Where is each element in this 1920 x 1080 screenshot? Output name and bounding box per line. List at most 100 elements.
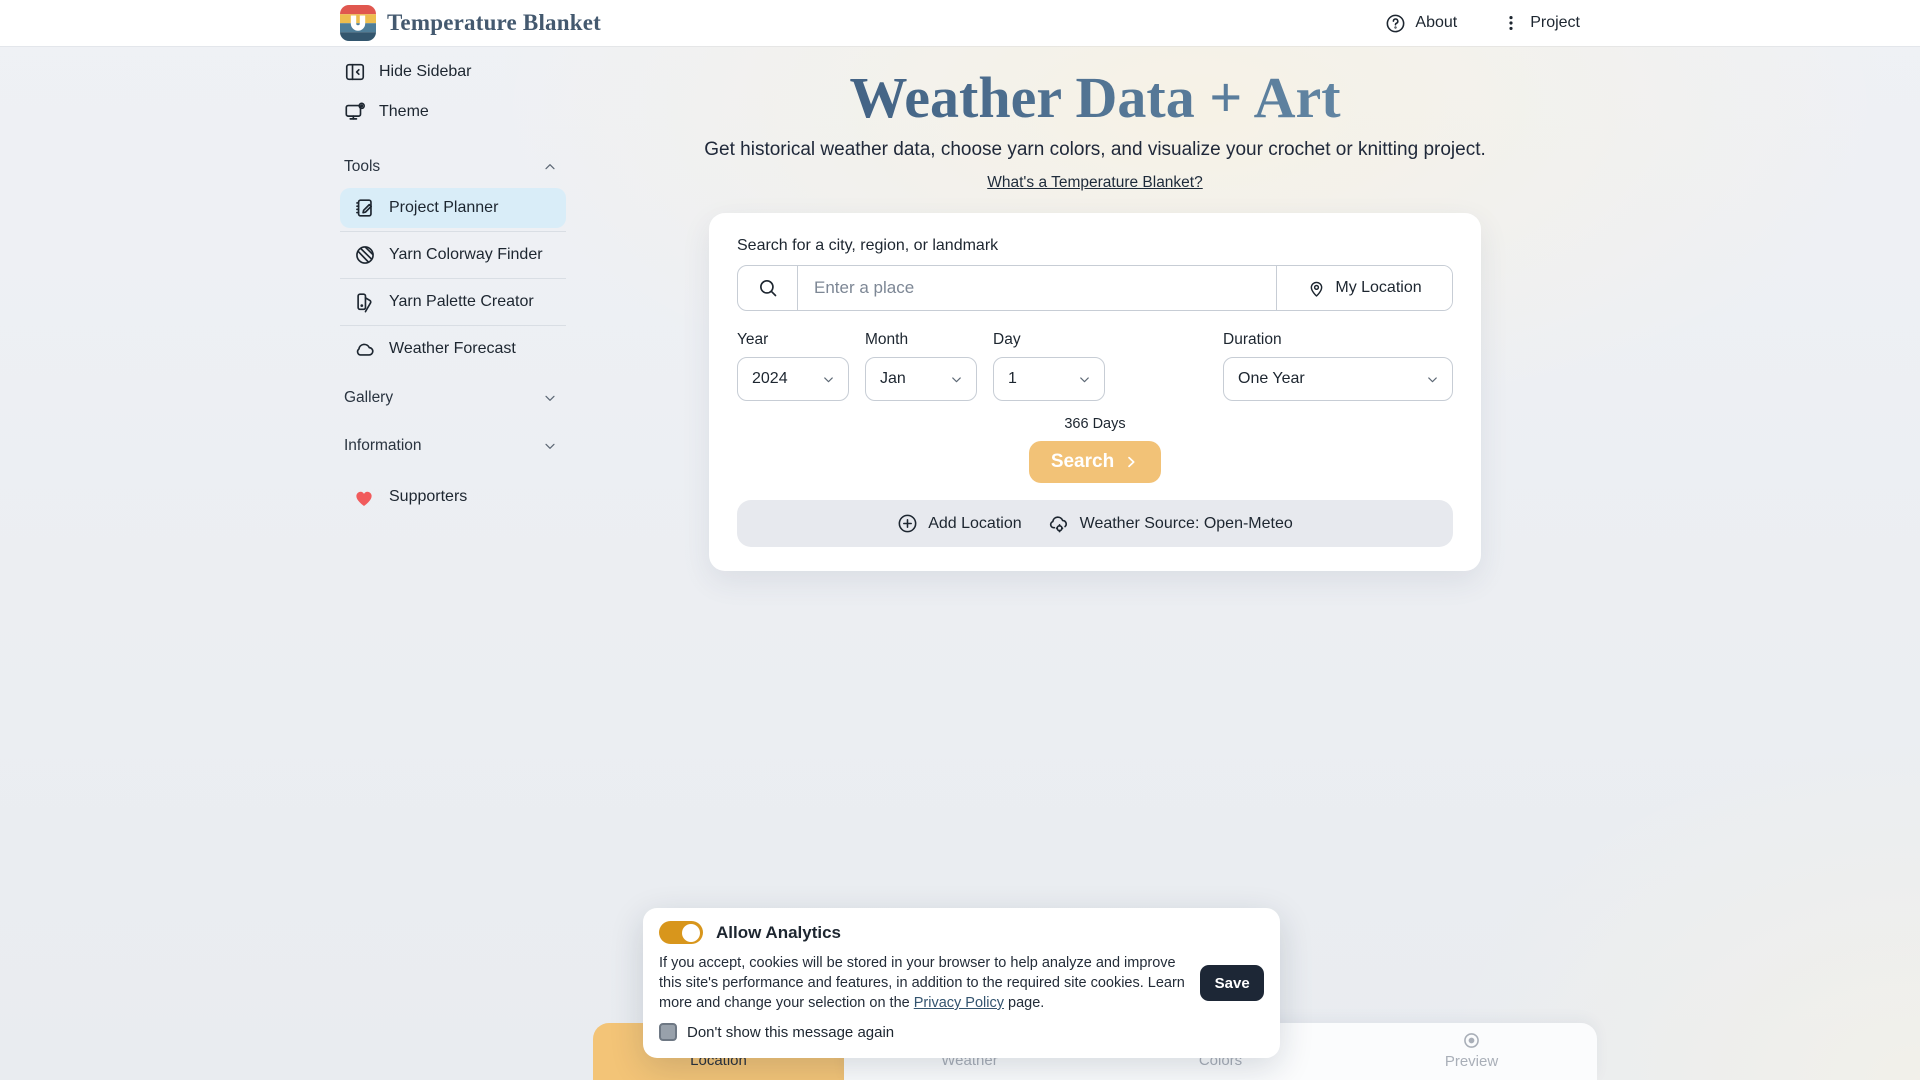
- cloud-icon: [354, 338, 376, 360]
- duration-label: Duration: [1223, 331, 1453, 349]
- sidebar-item-project-planner[interactable]: Project Planner: [340, 188, 566, 228]
- day-select[interactable]: 1: [993, 357, 1105, 401]
- day-field: Day 1: [993, 331, 1105, 401]
- sidebar-item-yarn-palette-creator[interactable]: Yarn Palette Creator: [340, 282, 566, 322]
- chevron-down-icon: [1425, 372, 1440, 387]
- panel-left-icon: [344, 61, 366, 83]
- year-field: Year 2024: [737, 331, 849, 401]
- day-value: 1: [1008, 370, 1017, 388]
- my-location-label: My Location: [1335, 279, 1421, 297]
- allow-analytics-label: Allow Analytics: [716, 923, 841, 943]
- chevron-down-icon: [542, 390, 558, 406]
- year-label: Year: [737, 331, 849, 349]
- weather-source-button[interactable]: Weather Source: Open-Meteo: [1048, 513, 1293, 535]
- gallery-label: Gallery: [344, 389, 393, 407]
- chevron-down-icon: [949, 372, 964, 387]
- section-information[interactable]: Information: [340, 427, 566, 465]
- main-content: Weather Data + Art Get historical weathe…: [590, 46, 1600, 571]
- cloud-gear-icon: [1048, 513, 1070, 535]
- duration-field: Duration One Year: [1223, 331, 1453, 401]
- about-label: About: [1415, 14, 1457, 32]
- month-field: Month Jan: [865, 331, 977, 401]
- search-button[interactable]: Search: [1029, 441, 1161, 483]
- divider: [340, 325, 566, 326]
- days-count: 366 Days: [737, 416, 1453, 432]
- cookie-message-after: page.: [1004, 995, 1044, 1011]
- theme-button[interactable]: Theme: [340, 92, 566, 132]
- theme-icon: [344, 101, 366, 123]
- duration-select[interactable]: One Year: [1223, 357, 1453, 401]
- sidebar-item-label: Weather Forecast: [389, 340, 516, 358]
- month-label: Month: [865, 331, 977, 349]
- search-card: Search for a city, region, or landmark: [709, 213, 1481, 571]
- search-button-label: Search: [1051, 451, 1114, 473]
- divider: [340, 278, 566, 279]
- year-value: 2024: [752, 370, 788, 388]
- kebab-menu-icon: [1501, 13, 1521, 33]
- blanket-logo-icon: [340, 5, 376, 41]
- project-label: Project: [1530, 14, 1580, 32]
- tools-list: Project Planner Yarn Colorway Finder: [340, 188, 566, 369]
- chevron-up-icon: [542, 159, 558, 175]
- dont-show-label: Don't show this message again: [687, 1024, 894, 1041]
- sidebar-item-supporters[interactable]: Supporters: [340, 475, 566, 519]
- dont-show-checkbox[interactable]: [659, 1023, 677, 1041]
- sidebar-item-label: Yarn Colorway Finder: [389, 246, 543, 264]
- tab-preview[interactable]: Preview: [1346, 1023, 1597, 1080]
- project-menu-button[interactable]: Project: [1501, 13, 1580, 33]
- supporters-label: Supporters: [389, 488, 467, 506]
- save-button[interactable]: Save: [1200, 965, 1264, 1001]
- yarn-ball-icon: [354, 244, 376, 266]
- divider: [340, 231, 566, 232]
- page-title: Weather Data + Art: [590, 64, 1600, 131]
- search-icon: [757, 277, 779, 299]
- weather-source-label: Weather Source: Open-Meteo: [1080, 515, 1293, 533]
- month-value: Jan: [880, 370, 906, 388]
- location-pin-icon: [1307, 279, 1326, 298]
- header: Temperature Blanket About: [0, 0, 1920, 46]
- date-fields: Year 2024 Month Jan Day: [737, 331, 1453, 401]
- notebook-pencil-icon: [354, 197, 376, 219]
- eye-icon: [1461, 1030, 1482, 1051]
- hide-sidebar-label: Hide Sidebar: [379, 63, 472, 81]
- privacy-policy-link[interactable]: Privacy Policy: [914, 995, 1004, 1011]
- section-gallery[interactable]: Gallery: [340, 379, 566, 417]
- chevron-right-icon: [1123, 454, 1139, 470]
- about-button[interactable]: About: [1385, 13, 1457, 34]
- whats-a-temperature-blanket-link[interactable]: What's a Temperature Blanket?: [987, 174, 1202, 192]
- chevron-down-icon: [542, 438, 558, 454]
- add-location-label: Add Location: [928, 515, 1021, 533]
- information-label: Information: [344, 437, 422, 455]
- tools-label: Tools: [344, 158, 380, 176]
- search-icon-button[interactable]: [738, 266, 798, 310]
- search-card-label: Search for a city, region, or landmark: [737, 237, 1453, 255]
- month-select[interactable]: Jan: [865, 357, 977, 401]
- sidebar-item-weather-forecast[interactable]: Weather Forecast: [340, 329, 566, 369]
- search-input[interactable]: [798, 266, 1276, 310]
- sidebar: Hide Sidebar Theme Tools: [340, 52, 566, 519]
- heart-icon: [352, 485, 376, 509]
- sidebar-item-label: Project Planner: [389, 199, 498, 217]
- hide-sidebar-button[interactable]: Hide Sidebar: [340, 52, 566, 92]
- tab-preview-label: Preview: [1445, 1053, 1498, 1070]
- my-location-button[interactable]: My Location: [1276, 266, 1452, 310]
- chevron-down-icon: [1077, 372, 1092, 387]
- section-tools[interactable]: Tools: [340, 148, 566, 186]
- add-location-button[interactable]: Add Location: [897, 513, 1021, 534]
- plus-circle-icon: [897, 513, 918, 534]
- year-select[interactable]: 2024: [737, 357, 849, 401]
- page-subtitle: Get historical weather data, choose yarn…: [590, 139, 1600, 161]
- swatches-icon: [354, 291, 376, 313]
- cookie-message: If you accept, cookies will be stored in…: [659, 953, 1186, 1013]
- sidebar-item-label: Yarn Palette Creator: [389, 293, 534, 311]
- cookie-banner: Allow Analytics If you accept, cookies w…: [643, 908, 1280, 1058]
- sidebar-item-yarn-colorway-finder[interactable]: Yarn Colorway Finder: [340, 235, 566, 275]
- chevron-down-icon: [821, 372, 836, 387]
- help-circle-icon: [1385, 13, 1406, 34]
- duration-value: One Year: [1238, 370, 1305, 388]
- toggle-knob: [682, 924, 700, 942]
- allow-analytics-toggle[interactable]: [659, 921, 703, 944]
- app-logo[interactable]: Temperature Blanket: [340, 5, 601, 41]
- place-search-row: My Location: [737, 265, 1453, 311]
- app-title: Temperature Blanket: [387, 10, 601, 36]
